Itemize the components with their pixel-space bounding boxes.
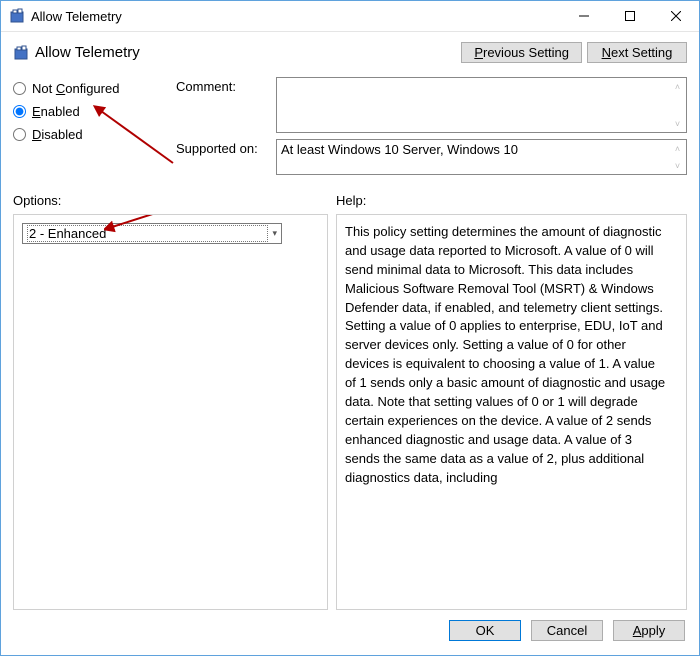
help-pane: Help: This policy setting determines the… [336,193,687,610]
comment-textarea[interactable]: ˄ ˅ [276,77,687,133]
radio-enabled-label: Enabled [32,104,80,119]
radio-not-configured-input[interactable] [13,82,26,95]
scroll-down-icon[interactable]: ˅ [669,157,686,174]
next-setting-button[interactable]: Next Setting [587,42,687,63]
titlebar: Allow Telemetry [1,1,699,32]
chevron-down-icon: ▾ [268,228,277,239]
panes-row: Options: 2 - Enhanced ▾ Help: This polic… [13,193,687,610]
scroll-down-icon[interactable]: ˅ [669,115,686,132]
header-row: Allow Telemetry Previous Setting Next Se… [13,42,687,63]
radio-disabled-label: Disabled [32,127,83,142]
radio-enabled[interactable]: Enabled [13,104,176,119]
scroll-up-icon[interactable]: ˄ [669,140,686,157]
maximize-button[interactable] [607,1,653,31]
dialog-footer: OK Cancel Apply [13,610,687,649]
supported-textarea: At least Windows 10 Server, Windows 10 ˄… [276,139,687,175]
radio-enabled-input[interactable] [13,105,26,118]
radio-disabled-input[interactable] [13,128,26,141]
cancel-button[interactable]: Cancel [531,620,603,641]
policy-title: Allow Telemetry [35,44,456,61]
supported-row: Supported on: At least Windows 10 Server… [176,139,687,175]
radio-disabled[interactable]: Disabled [13,127,176,142]
minimize-button[interactable] [561,1,607,31]
options-pane: Options: 2 - Enhanced ▾ [13,193,328,610]
help-label: Help: [336,193,687,208]
config-row: Not Configured Enabled Disabled Comment:… [13,77,687,181]
previous-setting-button[interactable]: Previous Setting [461,42,582,63]
close-button[interactable] [653,1,699,31]
options-label: Options: [13,193,328,208]
comment-supported-col: Comment: ˄ ˅ Supported on: At least Wind… [176,77,687,181]
comment-label: Comment: [176,77,276,133]
apply-label-rest: pply [641,623,665,638]
dropdown-selected-value: 2 - Enhanced [27,225,268,242]
app-icon [9,8,25,24]
comment-scrollbar: ˄ ˅ [669,78,686,132]
radio-not-configured[interactable]: Not Configured [13,81,176,96]
radio-not-configured-label: Not Configured [32,81,119,96]
telemetry-level-dropdown[interactable]: 2 - Enhanced ▾ [22,223,282,244]
window-title: Allow Telemetry [31,9,561,24]
supported-scrollbar: ˄ ˅ [669,140,686,174]
policy-icon [13,45,29,61]
prev-label-rest: revious Setting [483,45,569,60]
apply-button[interactable]: Apply [613,620,685,641]
scroll-up-icon[interactable]: ˄ [669,78,686,95]
supported-value: At least Windows 10 Server, Windows 10 [281,142,518,157]
ok-button[interactable]: OK [449,620,521,641]
state-radio-group: Not Configured Enabled Disabled [13,77,176,181]
help-textarea[interactable]: This policy setting determines the amoun… [336,214,687,610]
window-controls [561,1,699,31]
options-box: 2 - Enhanced ▾ [13,214,328,610]
help-text-content: This policy setting determines the amoun… [345,224,665,485]
content-area: Allow Telemetry Previous Setting Next Se… [1,32,699,655]
next-label-rest: ext Setting [611,45,672,60]
supported-label: Supported on: [176,139,276,175]
comment-row: Comment: ˄ ˅ [176,77,687,133]
